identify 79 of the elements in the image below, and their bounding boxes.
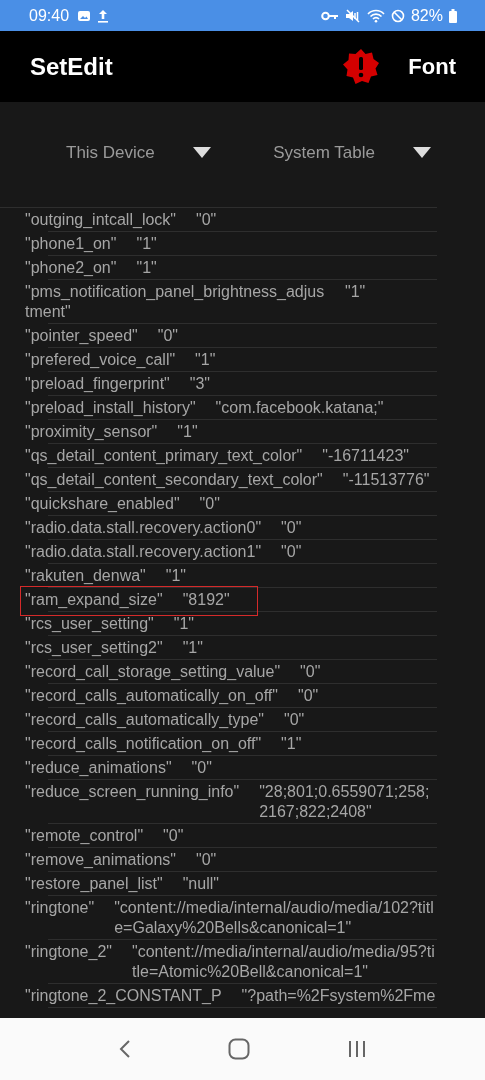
app-title: SetEdit — [30, 52, 113, 81]
setting-value[interactable]: "0" — [191, 758, 212, 778]
setting-value[interactable]: "1" — [136, 234, 157, 254]
setting-key[interactable]: "record_calls_automatically_on_off" — [25, 686, 278, 706]
setting-key[interactable]: "pms_notification_panel_brightness_adjustment" — [25, 282, 325, 322]
setting-key[interactable]: "ram_expand_size" — [25, 590, 163, 610]
setting-value[interactable]: "0" — [281, 518, 302, 538]
setting-key[interactable]: "outging_intcall_lock" — [25, 210, 176, 230]
setting-value[interactable]: "28;801;0.6559071;258;2167;822;2408" — [259, 782, 437, 822]
setting-value[interactable]: "?path=%2Fsystem%2Fme — [241, 986, 436, 1006]
setting-key[interactable]: "pointer_speed" — [25, 326, 138, 346]
setting-key[interactable]: "qs_detail_content_primary_text_color" — [25, 446, 303, 466]
setting-key[interactable]: "rcs_user_setting2" — [25, 638, 163, 658]
setting-key[interactable]: "preload_fingerprint" — [25, 374, 170, 394]
image-icon — [77, 9, 92, 22]
dropdown[interactable]: This Device — [62, 140, 215, 168]
dropdown-arrow-icon — [413, 147, 431, 158]
setting-value[interactable]: "1" — [177, 422, 198, 442]
setting-value[interactable]: "1" — [182, 638, 203, 658]
setting-value[interactable]: "0" — [298, 686, 319, 706]
setting-value[interactable]: "content://media/internal/audio/media/95?title=Atomic%20Bell&canonical=1" — [132, 942, 437, 982]
alert-icon[interactable] — [342, 47, 381, 86]
setting-key[interactable]: "quickshare_enabled" — [25, 494, 180, 514]
setting-value[interactable]: "-16711423" — [322, 446, 409, 466]
home-icon[interactable] — [227, 1038, 250, 1060]
mute-icon — [344, 8, 361, 23]
status-time: 09:40 — [29, 6, 70, 25]
setting-key[interactable]: "record_calls_notification_on_off" — [25, 734, 262, 754]
setting-key[interactable]: "ringtone_2" — [25, 942, 112, 982]
setting-key[interactable]: "rakuten_denwa" — [25, 566, 146, 586]
setting-key[interactable]: "record_calls_automatically_type" — [25, 710, 265, 730]
setting-key[interactable]: "prefered_voice_call" — [25, 350, 176, 370]
setting-value[interactable]: "1" — [281, 734, 302, 754]
key-icon — [320, 10, 339, 21]
setting-value[interactable]: "0" — [157, 326, 179, 346]
battery-percent: 82% — [410, 6, 443, 25]
setting-value[interactable]: "1" — [173, 614, 194, 634]
back-icon[interactable] — [118, 1039, 131, 1059]
setting-value[interactable]: "-11513776" — [342, 470, 430, 490]
setting-key[interactable]: "record_call_storage_setting_value" — [25, 662, 281, 682]
setting-key[interactable]: "remote_control" — [25, 826, 144, 846]
wifi-icon — [366, 8, 385, 23]
setting-value[interactable]: "1" — [136, 258, 157, 278]
font-button[interactable]: Font — [408, 53, 456, 80]
setting-key[interactable]: "reduce_screen_running_info" — [25, 782, 240, 822]
setting-key[interactable]: "restore_panel_list" — [25, 874, 163, 894]
setting-key[interactable]: "reduce_animations" — [25, 758, 172, 778]
setting-value[interactable]: "0" — [163, 826, 184, 846]
dropdown-arrow-icon — [192, 147, 211, 158]
setting-key[interactable]: "ringtone" — [25, 898, 95, 938]
setting-value[interactable]: "0" — [281, 542, 302, 562]
setting-key[interactable]: "rcs_user_setting" — [25, 614, 154, 634]
setting-key[interactable]: "proximity_sensor" — [25, 422, 158, 442]
setting-value[interactable]: "0" — [199, 494, 220, 514]
setting-key[interactable]: "remove_animations" — [25, 850, 176, 870]
block-icon — [390, 8, 405, 23]
recent-apps-icon[interactable] — [346, 1040, 367, 1058]
setting-key[interactable]: "ringtone_2_CONSTANT_P — [25, 986, 222, 1006]
setting-value[interactable]: "3" — [189, 374, 211, 394]
setting-value[interactable]: "0" — [284, 710, 305, 730]
setting-key[interactable]: "preload_install_history" — [25, 398, 196, 418]
setting-value[interactable]: "0" — [196, 850, 217, 870]
setting-value[interactable]: "0" — [196, 210, 217, 230]
setting-key[interactable]: "radio.data.stall.recovery.action0" — [25, 518, 262, 538]
setting-value[interactable]: "null" — [182, 874, 219, 894]
setting-key[interactable]: "phone1_on" — [25, 234, 117, 254]
setting-value[interactable]: "8192" — [182, 590, 230, 610]
setting-key[interactable]: "phone2_on" — [25, 258, 117, 278]
setting-value[interactable]: "1" — [345, 282, 366, 322]
setting-value[interactable]: "1" — [165, 566, 187, 586]
dropdown[interactable]: System Table — [269, 140, 435, 168]
setting-key[interactable]: "radio.data.stall.recovery.action1" — [25, 542, 262, 562]
setting-value[interactable]: "0" — [300, 662, 321, 682]
upload-icon — [97, 8, 110, 23]
setting-key[interactable]: "qs_detail_content_secondary_text_color" — [25, 470, 323, 490]
setting-value[interactable]: "content://media/internal/audio/media/102?title=Galaxy%20Bells&canonical=1" — [114, 898, 437, 938]
setting-value[interactable]: "1" — [195, 350, 216, 370]
battery-icon — [449, 8, 457, 23]
setting-value[interactable]: "com.facebook.katana;" — [215, 398, 384, 418]
